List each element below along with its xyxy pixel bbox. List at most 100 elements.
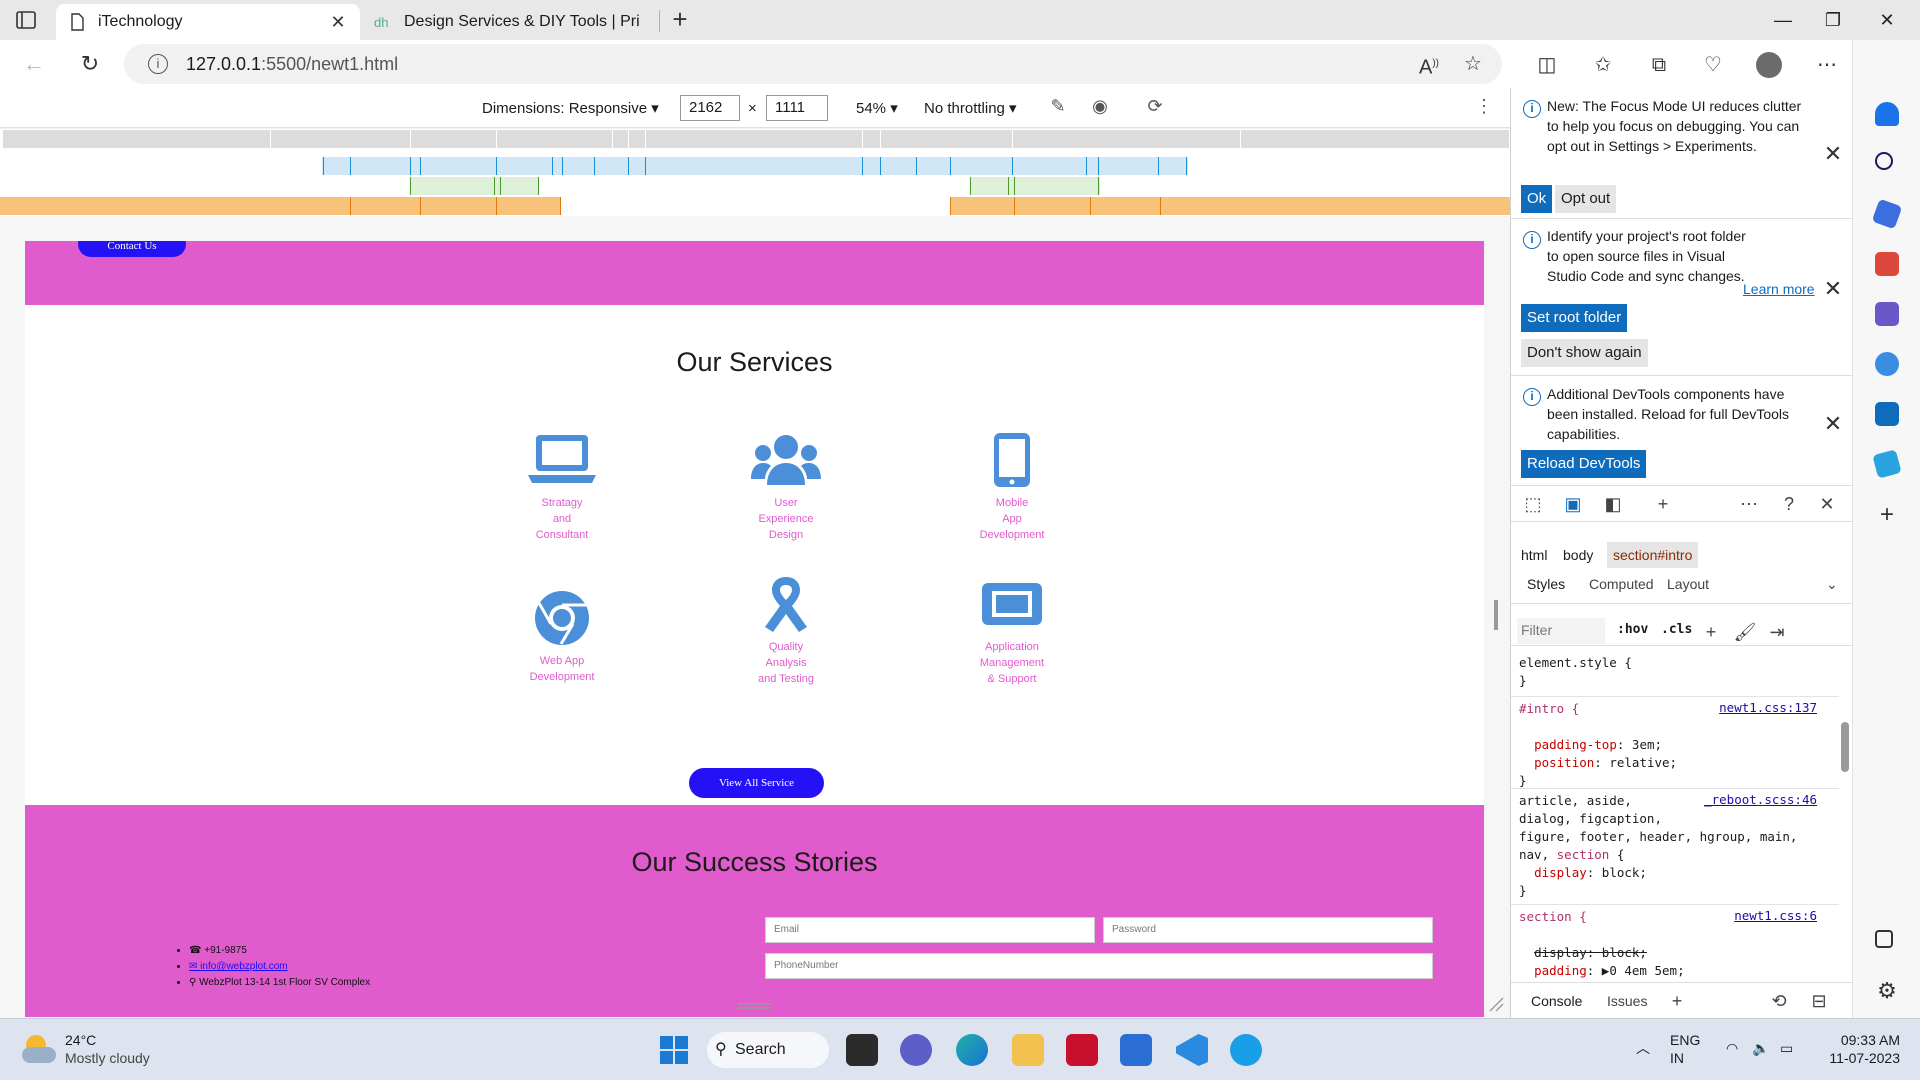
breadcrumb-section-intro[interactable]: section#intro <box>1607 542 1699 568</box>
throttling-dropdown[interactable]: No throttling ▾ <box>924 99 1017 117</box>
dock-icon[interactable]: ◧ <box>1599 490 1627 518</box>
favorites-icon[interactable]: ✩ <box>1590 52 1616 78</box>
service-strategy[interactable]: Stratagy and Consultant <box>502 431 622 543</box>
close-devtools-icon[interactable]: ✕ <box>1813 490 1841 518</box>
task-view-icon[interactable] <box>846 1034 878 1066</box>
add-sidebar-app-icon[interactable]: + <box>1875 503 1899 528</box>
rotate-drawer-icon[interactable]: ⟲ <box>1765 987 1793 1015</box>
refresh-icon[interactable]: ↻ <box>76 50 104 78</box>
split-screen-icon[interactable]: ◫ <box>1534 52 1560 78</box>
new-rule-icon[interactable]: + <box>1697 618 1725 646</box>
close-notice-icon[interactable]: ✕ <box>1823 278 1843 300</box>
shopping-tag-icon[interactable] <box>1871 198 1903 230</box>
reboot-rule[interactable]: article, aside, dialog, figcaption, figu… <box>1519 792 1797 900</box>
inspect-icon[interactable]: ⬚ <box>1519 490 1547 518</box>
vision-icon[interactable]: ◉ <box>1088 96 1112 120</box>
paint-icon[interactable]: 🖌 <box>1731 618 1759 646</box>
close-notice-icon[interactable]: ✕ <box>1823 143 1843 165</box>
more-options-icon[interactable]: ⋯ <box>1814 52 1840 78</box>
search-icon[interactable] <box>1875 152 1893 170</box>
tab-computed[interactable]: Computed <box>1589 576 1654 592</box>
resize-corner-icon[interactable] <box>1488 996 1504 1012</box>
close-notice-icon[interactable]: ✕ <box>1823 413 1843 435</box>
chevron-down-icon[interactable]: ⌄ <box>1826 576 1838 593</box>
favorite-star-icon[interactable]: ☆ <box>1460 51 1486 77</box>
vscode-icon[interactable] <box>1176 1034 1208 1066</box>
skype-icon[interactable] <box>1230 1034 1262 1066</box>
view-all-service-button[interactable]: View All Service <box>689 768 824 798</box>
service-appmgmt[interactable]: Application Management & Support <box>952 575 1072 687</box>
set-root-folder-button[interactable]: Set root folder <box>1521 304 1628 332</box>
service-qa[interactable]: Quality Analysis and Testing <box>726 575 846 687</box>
add-drawer-tab-icon[interactable]: + <box>1663 987 1691 1015</box>
rotate-icon[interactable]: ⟳ <box>1143 96 1167 120</box>
notifications-icon[interactable] <box>1875 102 1899 126</box>
games-icon[interactable] <box>1875 302 1899 326</box>
outlook-icon[interactable] <box>1875 402 1899 426</box>
resize-handle-icon[interactable] <box>738 1002 772 1010</box>
tab-layout[interactable]: Layout <box>1667 576 1709 592</box>
opt-out-button[interactable]: Opt out <box>1555 185 1617 213</box>
service-ux[interactable]: User Experience Design <box>726 431 846 543</box>
browser-tab[interactable]: dh Design Services & DIY Tools | Pri <box>362 4 658 40</box>
file-explorer-icon[interactable] <box>1012 1034 1044 1066</box>
hover-state-toggle[interactable]: :hov <box>1617 622 1648 637</box>
profile-avatar[interactable] <box>1756 52 1782 78</box>
browser-tab-active[interactable]: iTechnology ✕ <box>56 4 360 40</box>
device-more-icon[interactable]: ⋮ <box>1472 96 1496 120</box>
office-icon[interactable] <box>1875 352 1899 376</box>
media-query-row-grey[interactable] <box>0 130 1510 148</box>
start-windows-icon[interactable] <box>658 1034 690 1066</box>
collections-icon[interactable]: ⧉ <box>1646 52 1672 78</box>
filter-input[interactable]: Filter <box>1517 618 1605 644</box>
close-window-icon[interactable]: ✕ <box>1864 6 1910 34</box>
weather-icon[interactable] <box>20 1029 60 1069</box>
password-field[interactable]: Password <box>1103 917 1433 943</box>
learn-more-link[interactable]: Learn more <box>1743 281 1815 297</box>
close-tab-icon[interactable]: ✕ <box>328 12 348 32</box>
reload-devtools-button[interactable]: Reload DevTools <box>1521 450 1647 478</box>
section-rule[interactable]: section { display: block; padding: ▶0 4e… <box>1519 908 1685 980</box>
weather-widget[interactable]: 24°C Mostly cloudy <box>65 1031 150 1067</box>
phone-number-field[interactable]: PhoneNumber <box>765 953 1433 979</box>
tab-actions-icon[interactable] <box>14 8 38 32</box>
back-icon[interactable]: ← <box>20 50 48 78</box>
height-input[interactable]: 1111 <box>766 95 828 121</box>
address-bar[interactable]: i 127.0.0.1:5500/newt1.html A)) ☆ <box>124 44 1502 84</box>
eyedropper-icon[interactable]: ✎ <box>1046 96 1070 120</box>
contact-us-button[interactable]: Contact Us <box>78 241 186 257</box>
service-mobile[interactable]: Mobile App Development <box>952 431 1072 543</box>
add-tool-icon[interactable]: + <box>1649 490 1677 518</box>
drop-icon[interactable] <box>1872 449 1902 479</box>
tools-icon[interactable] <box>1875 252 1899 276</box>
volume-icon[interactable]: 🔈 <box>1752 1039 1769 1057</box>
restore-icon[interactable]: ❐ <box>1810 6 1856 34</box>
rule-source-link[interactable]: newt1.css:137 <box>1719 700 1817 715</box>
media-query-row-blue[interactable] <box>0 157 1510 175</box>
class-toggle[interactable]: .cls <box>1661 622 1692 637</box>
toggle-sidebar-icon[interactable]: ⇥ <box>1763 618 1791 646</box>
help-icon[interactable]: ? <box>1775 490 1803 518</box>
wifi-icon[interactable]: ◠ <box>1726 1039 1738 1057</box>
more-tools-icon[interactable]: ⋯ <box>1735 490 1763 518</box>
device-toggle-icon[interactable]: ▣ <box>1559 490 1587 518</box>
zoom-dropdown[interactable]: 54% ▾ <box>856 99 898 117</box>
breadcrumb-body[interactable]: body <box>1557 542 1599 568</box>
service-webapp[interactable]: Web App Development <box>502 589 622 685</box>
media-query-row-green[interactable] <box>0 177 1510 195</box>
language-indicator[interactable]: ENG IN <box>1670 1031 1700 1067</box>
contact-email[interactable]: ✉ info@webzplot.com <box>189 959 370 975</box>
hide-sidebar-icon[interactable] <box>1875 930 1893 948</box>
rule-source-link[interactable]: _reboot.scss:46 <box>1704 792 1817 807</box>
battery-icon[interactable]: ▭ <box>1780 1039 1793 1057</box>
settings-gear-icon[interactable]: ⚙ <box>1875 980 1899 1004</box>
element-style-rule[interactable]: element.style { } <box>1519 654 1632 690</box>
dont-show-again-button[interactable]: Don't show again <box>1521 339 1648 367</box>
edge-browser-icon[interactable] <box>956 1034 988 1066</box>
email-field[interactable]: Email <box>765 917 1095 943</box>
browser-essentials-icon[interactable]: ♡ <box>1700 52 1726 78</box>
dock-drawer-icon[interactable]: ⊟ <box>1805 987 1833 1015</box>
teams-chat-icon[interactable] <box>900 1034 932 1066</box>
tab-styles[interactable]: Styles <box>1527 576 1565 592</box>
ok-button[interactable]: Ok <box>1521 185 1553 213</box>
